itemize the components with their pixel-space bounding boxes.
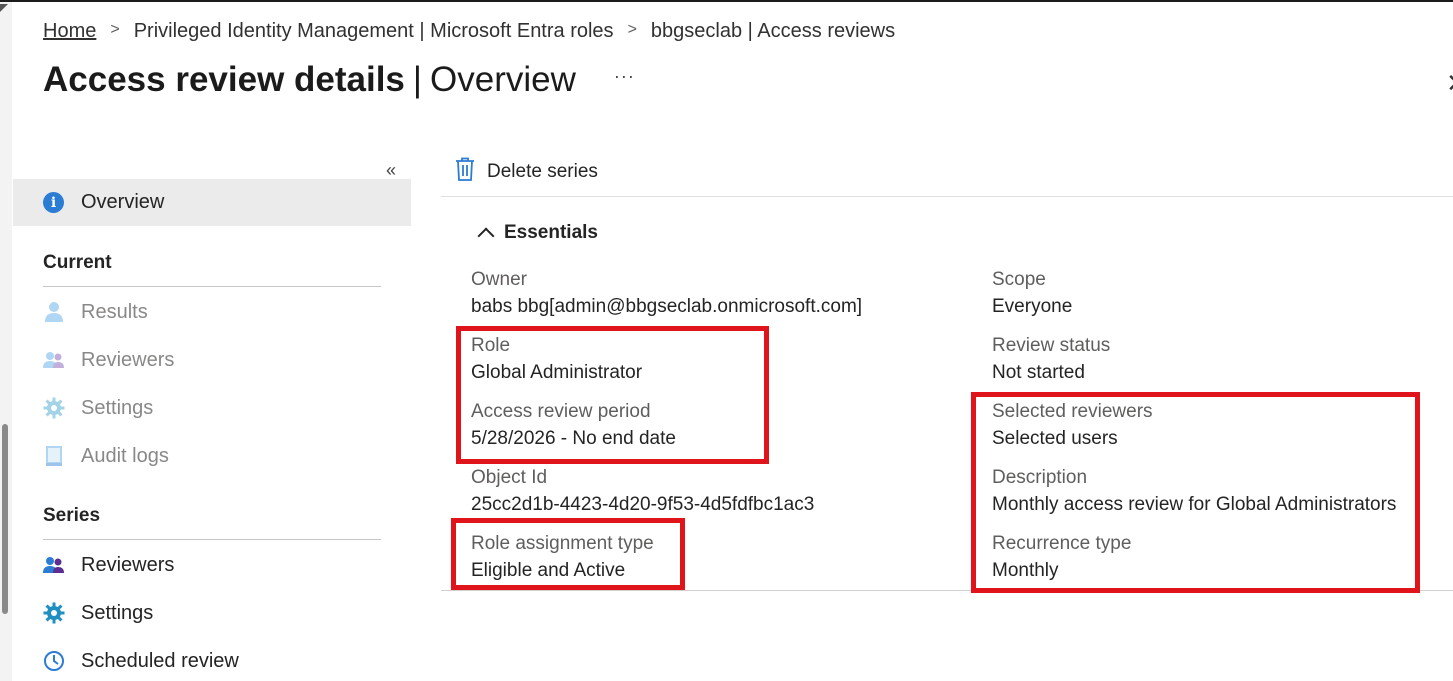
sidebar-item-label: Reviewers: [81, 553, 175, 576]
sidebar-item-series-settings[interactable]: Settings: [43, 598, 153, 628]
section-heading-current: Current: [43, 252, 112, 273]
object-id-value: 25cc2d1b-4423-4d20-9f53-4d5fdfbc1ac3: [471, 494, 815, 515]
users-icon: [43, 349, 65, 371]
book-icon: [43, 445, 65, 467]
title-separator: |: [412, 60, 422, 99]
sidebar-item-current-results[interactable]: Results: [43, 297, 148, 327]
trash-icon: [455, 157, 475, 186]
divider: [43, 286, 381, 287]
breadcrumb-pim-link[interactable]: Privileged Identity Management | Microso…: [134, 20, 614, 43]
breadcrumb: Home > Privileged Identity Management | …: [43, 20, 895, 43]
corner-mark: [0, 4, 8, 12]
highlight-box-reviewers-description-recurrence: [971, 392, 1420, 593]
divider: [43, 539, 381, 540]
sidebar-item-label: Overview: [81, 191, 165, 213]
chevron-up-icon: [477, 227, 495, 245]
owner-value: babs bbg[admin@bbgseclab.onmicrosoft.com…: [471, 296, 863, 317]
page-title: Access review details | Overview ···: [43, 60, 635, 100]
sidebar-item-series-scheduled-review[interactable]: Scheduled review: [43, 646, 239, 676]
sidebar-item-label: Scheduled review: [81, 649, 239, 672]
review-status-value: Not started: [992, 362, 1085, 383]
page: Home > Privileged Identity Management | …: [0, 0, 1453, 681]
sidebar-item-current-reviewers[interactable]: Reviewers: [43, 345, 174, 375]
delete-series-label: Delete series: [487, 160, 598, 182]
sidebar-item-label: Settings: [81, 601, 154, 624]
users-icon: [43, 554, 65, 576]
object-id-label: Object Id: [471, 467, 548, 488]
more-options-button[interactable]: ···: [614, 66, 635, 87]
sidebar-item-label: Reviewers: [81, 348, 175, 371]
gear-icon: [43, 397, 65, 419]
breadcrumb-home-link[interactable]: Home: [43, 20, 96, 43]
sidebar-item-current-audit-logs[interactable]: Audit logs: [43, 441, 169, 471]
sidebar-item-label: Audit logs: [81, 444, 169, 467]
chevron-right-icon: >: [110, 20, 120, 38]
info-icon: i: [43, 192, 64, 213]
breadcrumb-access-reviews-link[interactable]: bbgseclab | Access reviews: [651, 20, 895, 43]
scope-label: Scope: [992, 269, 1046, 290]
delete-series-button[interactable]: Delete series: [455, 157, 598, 186]
sidebar-item-label: Settings: [81, 396, 154, 419]
sidebar-item-current-settings[interactable]: Settings: [43, 393, 153, 423]
collapse-sidebar-button[interactable]: «: [386, 160, 396, 181]
chevron-right-icon: >: [627, 20, 637, 38]
essentials-toggle[interactable]: Essentials: [477, 222, 598, 245]
review-status-label: Review status: [992, 335, 1111, 356]
essentials-label: Essentials: [504, 222, 598, 243]
left-scrollbar[interactable]: [2, 424, 8, 614]
divider: [441, 196, 1453, 197]
page-title-sub: Overview: [430, 60, 576, 99]
clock-icon: [43, 650, 65, 672]
section-heading-series: Series: [43, 505, 101, 526]
owner-label: Owner: [471, 269, 527, 290]
scope-value: Everyone: [992, 296, 1073, 317]
gear-icon: [43, 602, 65, 624]
sidebar-item-series-reviewers[interactable]: Reviewers: [43, 550, 174, 580]
highlight-box-role-period: [456, 326, 769, 464]
sidebar-item-label: Results: [81, 300, 148, 323]
user-icon: [43, 301, 65, 323]
highlight-box-assignment-type: [451, 518, 685, 590]
sidebar-item-overview[interactable]: i Overview: [13, 179, 411, 226]
close-icon[interactable]: ✕: [1446, 68, 1453, 99]
page-title-main: Access review details: [43, 60, 405, 99]
